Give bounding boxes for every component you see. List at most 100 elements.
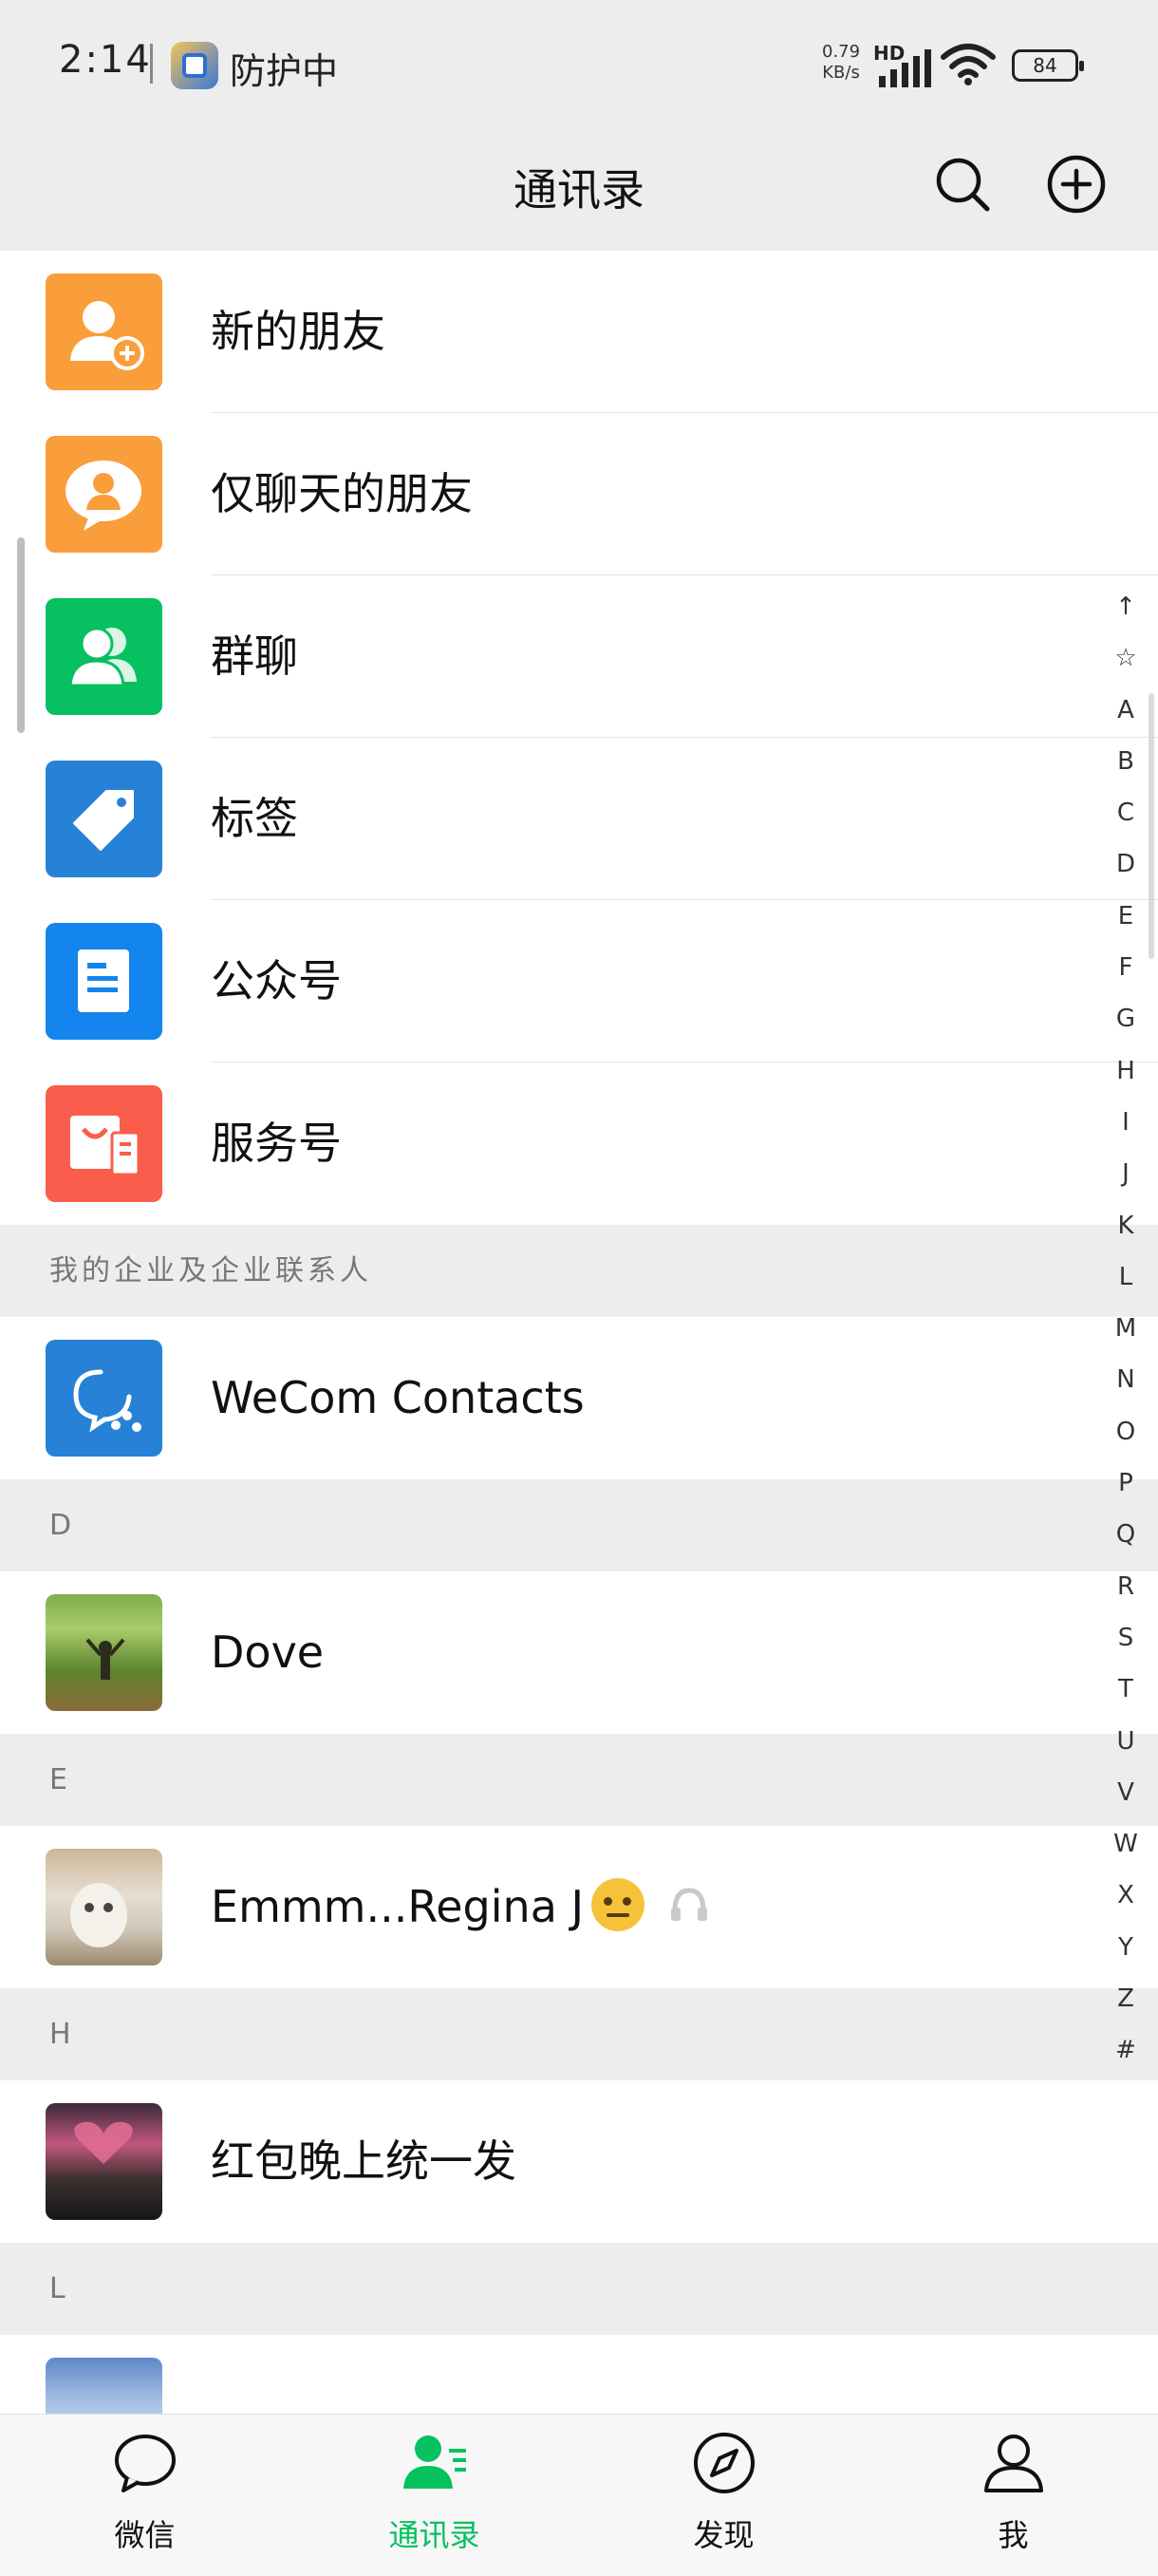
signal-icon bbox=[879, 49, 931, 87]
index-item[interactable]: J bbox=[1101, 1148, 1150, 1199]
index-item[interactable]: ↑ bbox=[1101, 581, 1150, 632]
person-icon bbox=[984, 2435, 1043, 2492]
index-item[interactable]: L bbox=[1101, 1251, 1150, 1303]
wecom-contacts-label: WeCom Contacts bbox=[211, 1372, 585, 1423]
network-speed: 0.79 KB/s bbox=[822, 42, 860, 84]
index-item[interactable]: P bbox=[1101, 1457, 1150, 1509]
network-speed-unit: KB/s bbox=[822, 63, 860, 83]
alphabet-index-bar[interactable]: ↑ ☆ A B C D E F G H I J K L M N O P Q R … bbox=[1101, 581, 1150, 2077]
section-header-h: H bbox=[0, 1988, 1158, 2080]
index-item[interactable]: V bbox=[1101, 1767, 1150, 1818]
search-icon[interactable] bbox=[928, 150, 997, 218]
menu-label: 公众号 bbox=[211, 955, 342, 1006]
index-item[interactable]: Z bbox=[1101, 1973, 1150, 2024]
plus-circle-icon[interactable] bbox=[1042, 150, 1111, 218]
status-time: 2:14 bbox=[59, 38, 152, 82]
contact-row[interactable]: Emmm...Regina J bbox=[0, 1826, 1158, 1988]
contact-name: 红包晚上统一发 bbox=[211, 2135, 516, 2187]
menu-label: 标签 bbox=[211, 793, 298, 844]
contact-name: Dove bbox=[211, 1626, 325, 1678]
avatar bbox=[46, 1594, 162, 1711]
section-header-enterprise: 我的企业及企业联系人 bbox=[0, 1225, 1158, 1317]
tab-discover[interactable]: 发现 bbox=[579, 2415, 868, 2576]
contacts-list: 新的朋友 仅聊天的朋友 群聊 标签 公众号 服务号 我的企业及企业联系人 WeC… bbox=[0, 251, 1158, 2497]
menu-label: 群聊 bbox=[211, 630, 298, 682]
index-item[interactable]: N bbox=[1101, 1354, 1150, 1405]
tab-contacts[interactable]: 通讯录 bbox=[290, 2415, 579, 2576]
index-item[interactable]: X bbox=[1101, 1870, 1150, 1921]
wifi-icon bbox=[941, 44, 996, 85]
index-item[interactable]: I bbox=[1101, 1097, 1150, 1148]
menu-new-friends[interactable]: 新的朋友 bbox=[0, 251, 1158, 413]
status-bar: 2:14 防护中 0.79 KB/s HD 84 bbox=[0, 0, 1158, 123]
menu-official-accounts[interactable]: 公众号 bbox=[0, 900, 1158, 1062]
service-account-icon bbox=[46, 1085, 162, 1202]
menu-service-accounts[interactable]: 服务号 bbox=[0, 1062, 1158, 1225]
index-item[interactable]: Q bbox=[1101, 1509, 1150, 1560]
chat-bubble-icon bbox=[115, 2435, 176, 2492]
menu-chat-only-friends[interactable]: 仅聊天的朋友 bbox=[0, 413, 1158, 575]
index-item[interactable]: S bbox=[1101, 1612, 1150, 1664]
top-bar: 通讯录 bbox=[0, 123, 1158, 251]
raised-eyebrow-emoji bbox=[591, 1877, 645, 1931]
index-item[interactable]: ☆ bbox=[1101, 632, 1150, 684]
menu-label: 新的朋友 bbox=[211, 306, 385, 357]
section-letter: D bbox=[49, 1509, 76, 1542]
index-item[interactable]: W bbox=[1101, 1818, 1150, 1870]
index-item[interactable]: # bbox=[1101, 2024, 1150, 2076]
avatar bbox=[46, 2103, 162, 2220]
chat-only-friend-icon bbox=[46, 436, 162, 553]
index-item[interactable]: Y bbox=[1101, 1922, 1150, 1973]
wecom-badge-icon bbox=[671, 1887, 708, 1921]
index-item[interactable]: D bbox=[1101, 838, 1150, 890]
contact-row[interactable]: Dove bbox=[0, 1571, 1158, 1734]
section-letter: E bbox=[49, 1763, 71, 1796]
menu-group-chats[interactable]: 群聊 bbox=[0, 575, 1158, 738]
index-item[interactable]: U bbox=[1101, 1716, 1150, 1767]
index-item[interactable]: O bbox=[1101, 1406, 1150, 1457]
wecom-contacts-item[interactable]: WeCom Contacts bbox=[0, 1317, 1158, 1479]
add-friend-icon bbox=[46, 273, 162, 390]
contact-row[interactable]: 红包晚上统一发 bbox=[0, 2080, 1158, 2243]
tab-label: 微信 bbox=[114, 2517, 176, 2553]
group-chat-icon bbox=[46, 598, 162, 715]
tab-chats[interactable]: 微信 bbox=[0, 2415, 290, 2576]
index-item[interactable]: F bbox=[1101, 942, 1150, 993]
index-item[interactable]: A bbox=[1101, 685, 1150, 736]
section-letter: H bbox=[49, 2018, 75, 2051]
battery-icon: 84 bbox=[1012, 49, 1084, 82]
network-speed-value: 0.79 bbox=[822, 42, 861, 62]
section-header-d: D bbox=[0, 1479, 1158, 1571]
status-protect-text: 防护中 bbox=[230, 50, 339, 92]
bottom-tab-bar: 微信 通讯录 发现 我 bbox=[0, 2414, 1158, 2576]
tab-label: 我 bbox=[998, 2517, 1029, 2553]
menu-tags[interactable]: 标签 bbox=[0, 738, 1158, 900]
index-item[interactable]: G bbox=[1101, 993, 1150, 1044]
scrollbar-left[interactable] bbox=[17, 537, 25, 733]
section-header-e: E bbox=[0, 1734, 1158, 1826]
index-item[interactable]: M bbox=[1101, 1303, 1150, 1354]
menu-label: 仅聊天的朋友 bbox=[211, 468, 473, 519]
tab-label: 发现 bbox=[693, 2517, 755, 2553]
status-separator bbox=[150, 44, 153, 84]
tab-me[interactable]: 我 bbox=[868, 2415, 1158, 2576]
index-item[interactable]: R bbox=[1101, 1561, 1150, 1612]
official-account-icon bbox=[46, 923, 162, 1040]
section-header-l: L bbox=[0, 2243, 1158, 2335]
section-label: 我的企业及企业联系人 bbox=[49, 1254, 372, 1288]
wecom-icon bbox=[46, 1340, 162, 1457]
contact-name: Emmm...Regina J bbox=[211, 1881, 585, 1932]
tab-label: 通讯录 bbox=[388, 2517, 480, 2553]
index-item[interactable]: K bbox=[1101, 1200, 1150, 1251]
contact-name-wrap: Emmm...Regina J bbox=[211, 1826, 713, 1988]
avatar bbox=[46, 1849, 162, 1965]
menu-label: 服务号 bbox=[211, 1118, 342, 1169]
index-item[interactable]: B bbox=[1101, 736, 1150, 787]
tag-icon bbox=[46, 761, 162, 877]
index-item[interactable]: H bbox=[1101, 1045, 1150, 1097]
index-item[interactable]: T bbox=[1101, 1664, 1150, 1715]
battery-level: 84 bbox=[1033, 54, 1057, 77]
index-item[interactable]: E bbox=[1101, 891, 1150, 942]
index-item[interactable]: C bbox=[1101, 787, 1150, 838]
section-letter: L bbox=[49, 2272, 69, 2305]
